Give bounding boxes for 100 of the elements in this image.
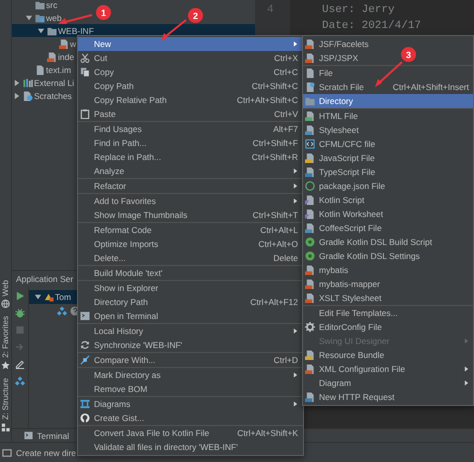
expanded-arrow-icon[interactable] [37, 26, 45, 34]
menu-item[interactable]: Gradle Kotlin DSL Build Script [303, 235, 473, 249]
menu-item[interactable]: TypeScript File [303, 165, 473, 179]
tree-item[interactable]: web [46, 12, 62, 24]
tree-item[interactable]: External Li [34, 76, 74, 88]
menu-item[interactable]: Convert Java File to Kotlin File Ctrl+Alt+Shift+K [78, 426, 303, 440]
menu-item[interactable]: Replace in Path... Ctrl+Shift+R [78, 150, 303, 164]
circle-icon [305, 181, 315, 191]
file-icon [305, 82, 315, 92]
menu-item[interactable]: Refactor [78, 179, 303, 193]
code-line: User: Jerry [322, 4, 396, 18]
tree-item[interactable]: inde [58, 50, 74, 62]
file-icon [35, 64, 45, 74]
shortcut-label: Ctrl+Alt+Shift+C [236, 95, 298, 105]
expanded-arrow-icon[interactable] [34, 293, 42, 301]
menu-item[interactable]: Edit File Templates... [303, 306, 473, 320]
server-icon [44, 292, 54, 302]
menu-item[interactable]: Validate all files in directory 'WEB-INF' [78, 440, 303, 454]
menu-item[interactable]: Create Gist... [78, 411, 303, 425]
menu-item[interactable]: Cut Ctrl+X [78, 51, 303, 65]
circle-icon [305, 237, 315, 247]
tool-window-tab[interactable]: 2: Favorites [1, 316, 10, 370]
tool-window-tab[interactable]: Z: Structure [1, 378, 10, 432]
square-icon [305, 139, 315, 149]
status-text: Create new dire [16, 448, 76, 458]
menu-item[interactable]: package.json File [303, 179, 473, 193]
folder-icon [35, 0, 45, 10]
menu-item[interactable]: Stylesheet [303, 123, 473, 137]
shortcut-label: Ctrl+Shift+R [250, 152, 298, 162]
menu-item[interactable]: Mark Directory as [78, 368, 303, 382]
tree-item[interactable]: w [70, 38, 76, 50]
menu-item[interactable]: Synchronize 'WEB-INF' [78, 338, 303, 352]
menu-item[interactable]: Kotlin Worksheet [303, 207, 473, 221]
menu-item[interactable]: Delete... Delete [78, 251, 303, 265]
structure-icon [1, 423, 10, 432]
file-icon [305, 53, 315, 63]
menu-item[interactable]: XSLT Stylesheet [303, 291, 473, 305]
menu-item[interactable]: EditorConfig File [303, 320, 473, 334]
menu-item[interactable]: mybatis-mapper [303, 277, 473, 291]
menu-item[interactable]: Reformat Code Ctrl+Alt+L [78, 223, 303, 237]
file-icon [305, 279, 315, 289]
menu-item[interactable]: Paste Ctrl+V [78, 107, 303, 121]
shortcut-label: Ctrl+Alt+Shift+K [236, 428, 298, 438]
menu-item[interactable]: CoffeeScript File [303, 221, 473, 235]
menu-item[interactable]: File [303, 66, 473, 80]
diagram-icon [80, 399, 90, 409]
scissors-icon [80, 53, 90, 63]
menu-item[interactable]: New [78, 37, 303, 51]
menu-item[interactable]: Directory Path Ctrl+Alt+F12 [78, 295, 303, 309]
copy-icon [80, 67, 90, 77]
cluster-icon[interactable] [15, 376, 25, 386]
menu-item[interactable]: Compare With... Ctrl+D [78, 353, 303, 367]
menu-item[interactable]: JavaScript File [303, 151, 473, 165]
menu-item[interactable]: Open in Terminal [78, 309, 303, 323]
tree-item[interactable]: Tom [55, 291, 72, 303]
menu-item[interactable]: XML Configuration File [303, 362, 473, 376]
menu-item[interactable]: New HTTP Request [303, 390, 473, 404]
file-icon [305, 153, 315, 163]
run-icon[interactable] [15, 291, 25, 301]
menu-item[interactable]: Show Image Thumbnails Ctrl+Shift+T [78, 208, 303, 222]
menu-item[interactable]: Show in Explorer [78, 281, 303, 295]
collapsed-arrow-icon[interactable] [13, 92, 21, 100]
file-icon [47, 52, 57, 62]
folder-icon [35, 12, 45, 22]
menu-item[interactable]: mybatis [303, 263, 473, 277]
tree-item[interactable]: Scratches [34, 90, 72, 102]
menu-item[interactable]: Gradle Kotlin DSL Settings [303, 249, 473, 263]
menu-item[interactable]: Find Usages Alt+F7 [78, 122, 303, 136]
menu-item[interactable]: Directory [303, 94, 473, 108]
expanded-arrow-icon[interactable] [25, 14, 33, 22]
file-icon [305, 350, 315, 360]
menu-item[interactable]: Remove BOM [78, 382, 303, 396]
shortcut-label: Ctrl+Alt+F12 [249, 297, 298, 307]
pencil-icon[interactable] [15, 359, 25, 369]
menu-item[interactable]: Local History [78, 324, 303, 338]
menu-item[interactable]: Analyze [78, 164, 303, 178]
file-icon [305, 364, 315, 374]
tree-item[interactable]: text.im [46, 64, 72, 76]
menu-item[interactable]: Diagram [303, 376, 473, 390]
tree-item[interactable]: src [46, 0, 58, 10]
menu-item[interactable]: Find in Path... Ctrl+Shift+F [78, 136, 303, 150]
collapsed-arrow-icon[interactable] [13, 78, 21, 86]
tool-window-tab[interactable]: Terminal [20, 430, 74, 440]
file-icon [305, 39, 315, 49]
window-icon[interactable] [2, 448, 12, 458]
menu-item[interactable]: Build Module 'text' [78, 266, 303, 280]
arrows-icon [80, 355, 90, 365]
menu-item[interactable]: CFML/CFC file [303, 137, 473, 151]
shortcut-label: Ctrl+Shift+F [252, 138, 298, 148]
menu-item[interactable]: Copy Path Ctrl+Shift+C [78, 79, 303, 93]
tool-window-tab[interactable]: Web [1, 280, 10, 308]
menu-item[interactable]: Copy Relative Path Ctrl+Alt+Shift+C [78, 93, 303, 107]
menu-item[interactable]: Resource Bundle [303, 348, 473, 362]
tree-item[interactable]: WEB-INF [58, 24, 94, 36]
menu-item[interactable]: Kotlin Script [303, 193, 473, 207]
menu-item[interactable]: Add to Favorites [78, 194, 303, 208]
file-icon [305, 392, 315, 402]
menu-item[interactable]: Optimize Imports Ctrl+Alt+O [78, 237, 303, 251]
menu-item[interactable]: HTML File [303, 109, 473, 123]
bug-icon[interactable] [15, 308, 25, 318]
